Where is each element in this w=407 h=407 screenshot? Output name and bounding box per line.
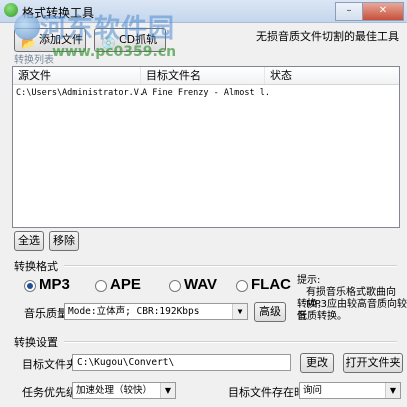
column-header-status[interactable]: 状态 <box>265 67 399 84</box>
format-mp3-label[interactable]: MP3 <box>39 276 70 293</box>
radio-ape[interactable] <box>95 280 107 292</box>
radio-mp3[interactable] <box>24 280 36 292</box>
priority-label: 任务优先级 <box>22 386 77 399</box>
minimize-button[interactable]: – <box>335 2 363 21</box>
section-divider <box>64 341 397 343</box>
quality-select-value: Mode:立体声; CBR:192Kbps <box>68 306 200 317</box>
app-icon <box>4 3 18 17</box>
watermark-logo <box>14 14 40 40</box>
window-controls: – ✕ <box>335 2 404 21</box>
column-header-target[interactable]: 目标文件名 <box>141 67 265 84</box>
cell-source: C:\Users\Administrator.V... <box>16 88 142 98</box>
quality-select[interactable]: Mode:立体声; CBR:192Kbps ▼ <box>64 303 248 320</box>
cell-target: A Fine Frenzy - Almost l... <box>142 88 268 98</box>
exists-label: 目标文件存在时 <box>228 386 305 399</box>
close-button[interactable]: ✕ <box>362 2 404 21</box>
target-folder-field[interactable]: C:\Kugou\Convert\ <box>72 354 291 371</box>
chevron-down-icon: ▼ <box>160 383 175 398</box>
list-legend: 转换列表 <box>14 55 54 66</box>
watermark-text: 河东软件园 <box>40 14 176 44</box>
target-folder-label: 目标文件夹 <box>22 358 77 371</box>
select-all-button[interactable]: 全选 <box>14 231 44 251</box>
radio-wav[interactable] <box>169 280 181 292</box>
remove-button[interactable]: 移除 <box>49 231 79 251</box>
chevron-down-icon: ▼ <box>232 304 247 319</box>
section-divider <box>64 265 397 267</box>
chevron-down-icon: ▼ <box>385 383 400 398</box>
column-header-source[interactable]: 源文件 <box>13 67 141 84</box>
exists-select-value: 询问 <box>303 385 323 396</box>
list-header: 源文件 目标文件名 状态 <box>13 67 399 85</box>
settings-section-title: 转换设置 <box>14 336 58 349</box>
exists-select[interactable]: 询问 ▼ <box>299 382 401 399</box>
hint-line-3: 音质转换。 <box>297 311 347 322</box>
open-folder-button[interactable]: 打开文件夹 <box>343 353 403 373</box>
slogan: 无损音质文件切割的最佳工具 <box>256 30 399 43</box>
radio-flac[interactable] <box>236 280 248 292</box>
format-ape-label[interactable]: APE <box>110 276 141 293</box>
advanced-button[interactable]: 高级 <box>254 302 286 322</box>
watermark-url: www.pc0359.cn <box>52 44 177 60</box>
format-wav-label[interactable]: WAV <box>184 276 217 293</box>
priority-select-value: 加速处理（较快） <box>76 385 153 396</box>
priority-select[interactable]: 加速处理（较快） ▼ <box>72 382 176 399</box>
file-list[interactable]: 源文件 目标文件名 状态 C:\Users\Administrator.V...… <box>12 66 400 228</box>
quality-label: 音乐质量 <box>24 307 68 320</box>
change-folder-button[interactable]: 更改 <box>300 353 334 373</box>
hint-title: 提示: <box>297 275 321 286</box>
table-row[interactable]: C:\Users\Administrator.V... A Fine Frenz… <box>13 85 399 101</box>
format-flac-label[interactable]: FLAC <box>251 276 291 293</box>
format-section-title: 转换格式 <box>14 260 58 273</box>
